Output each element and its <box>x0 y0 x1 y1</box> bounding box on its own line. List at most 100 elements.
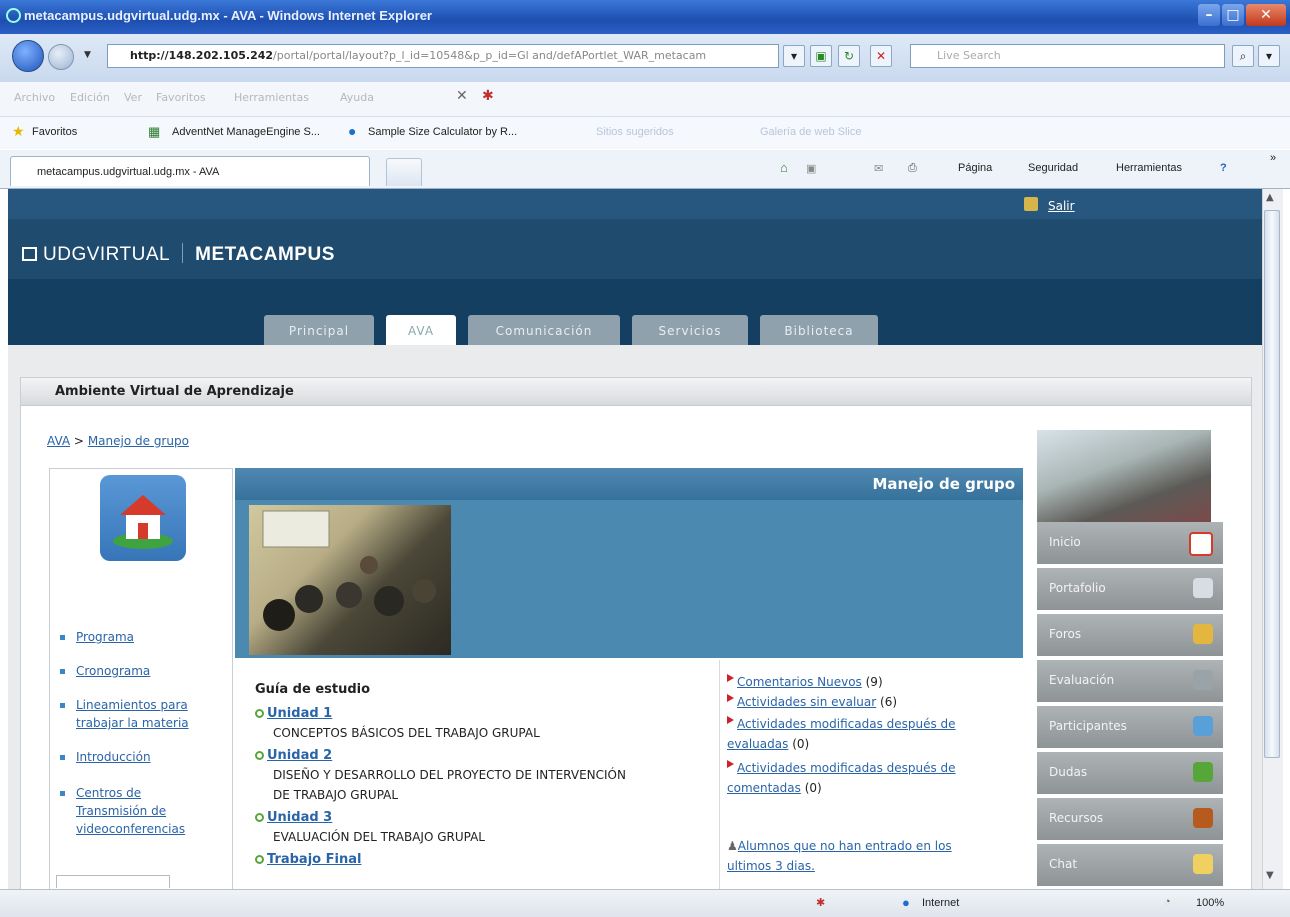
menu-ayuda[interactable]: Ayuda <box>340 91 374 104</box>
tab-principal[interactable]: Principal <box>264 315 374 345</box>
minimize-icon[interactable]: – <box>1198 4 1220 26</box>
circle-icon <box>255 855 264 864</box>
zoom-level[interactable]: 100% <box>1196 897 1224 909</box>
breadcrumb-ava[interactable]: AVA <box>47 434 70 448</box>
nav-centros[interactable]: Centros de <box>76 785 141 802</box>
protected-mode-icon[interactable]: ◔ <box>1164 896 1171 908</box>
nav-centros-2[interactable]: Transmisión de <box>76 803 166 820</box>
nav-lineamientos[interactable]: Lineamientos para <box>76 697 188 714</box>
tools-menu[interactable]: Herramientas <box>1116 162 1182 174</box>
page-menu[interactable]: Página <box>958 162 992 174</box>
feeds-icon[interactable]: ▣ <box>806 162 816 175</box>
search-icon[interactable]: ⌕ <box>1232 45 1254 67</box>
home-icon[interactable]: ⌂ <box>780 160 788 175</box>
unit-3-link[interactable]: Unidad 3 <box>267 810 332 825</box>
favorite-link-galeria[interactable]: Galería de web Slice <box>760 126 862 138</box>
menu-ver[interactable]: Ver <box>124 91 142 104</box>
note-mod-eval: Actividades modificadas después de <box>727 714 956 734</box>
flag-icon <box>727 760 734 768</box>
scrollbar-thumb[interactable] <box>1264 210 1280 758</box>
print-icon[interactable]: ⎙ <box>908 162 917 175</box>
note-comentarios-count: (9) <box>865 675 883 689</box>
note-mod-eval-link[interactable]: Actividades modificadas después de <box>737 717 956 731</box>
back-button[interactable] <box>12 40 44 72</box>
bullet-icon <box>60 791 65 796</box>
refresh-icon[interactable]: ↻ <box>838 45 860 67</box>
note-mod-com-link[interactable]: Actividades modificadas después de <box>737 761 956 775</box>
side-inicio[interactable]: Inicio <box>1037 522 1223 566</box>
tab-comunicacion[interactable]: Comunicación <box>468 315 620 345</box>
stop-icon[interactable]: ✕ <box>870 45 892 67</box>
tab-servicios[interactable]: Servicios <box>632 315 748 345</box>
menu-edicion[interactable]: Edición <box>70 91 110 104</box>
page-viewport: Salir UDGVIRTUAL METACAMPUS Principal AVA… <box>8 189 1262 889</box>
side-portafolio[interactable]: Portafolio <box>1037 568 1223 612</box>
nav-cronograma[interactable]: Cronograma <box>76 663 150 680</box>
favorite-link-sitios[interactable]: Sitios sugeridos <box>596 126 674 138</box>
search-input[interactable]: Live Search <box>910 44 1225 68</box>
note-mod-eval-link-2[interactable]: evaluadas <box>727 737 788 751</box>
new-tab-button[interactable] <box>386 158 422 186</box>
unit-1-link[interactable]: Unidad 1 <box>267 706 332 721</box>
bullet-icon <box>60 755 65 760</box>
note-alumnos-link[interactable]: Alumnos que no han entrado en los <box>738 839 952 853</box>
side-participantes-label: Participantes <box>1049 719 1127 733</box>
close-tab-icon[interactable]: ✕ <box>456 88 468 104</box>
tab-biblioteca[interactable]: Biblioteca <box>760 315 878 345</box>
favorite-globe-icon: ● <box>348 123 357 139</box>
translate-icon[interactable]: ✱ <box>482 88 494 104</box>
portfolio-icon <box>1193 578 1213 598</box>
home-icon[interactable] <box>100 475 186 561</box>
home-icon <box>1189 532 1213 556</box>
side-dudas[interactable]: Dudas <box>1037 752 1223 796</box>
note-mod-com: Actividades modificadas después de <box>727 758 956 778</box>
menu-favoritos[interactable]: Favoritos <box>156 91 206 104</box>
scroll-down-icon[interactable]: ▼ <box>1266 870 1274 881</box>
safety-menu[interactable]: Seguridad <box>1028 162 1078 174</box>
side-recursos[interactable]: Recursos <box>1037 798 1223 842</box>
final-work-link[interactable]: Trabajo Final <box>267 852 361 867</box>
unit-2: Unidad 2 <box>255 748 332 763</box>
close-icon[interactable]: ✕ <box>1246 4 1286 26</box>
scroll-up-icon[interactable]: ▲ <box>1266 192 1274 203</box>
logo-metacampus: METACAMPUS <box>195 244 335 265</box>
address-dropdown-icon[interactable]: ▾ <box>783 45 805 67</box>
favorite-link-samplesize[interactable]: Sample Size Calculator by R... <box>368 126 517 138</box>
nav-lineamientos-2[interactable]: trabajar la materia <box>76 715 189 732</box>
bullet-icon <box>60 635 65 640</box>
side-chat-label: Chat <box>1049 857 1078 871</box>
compatibility-icon[interactable]: ▣ <box>810 45 832 67</box>
favorites-button[interactable]: Favoritos <box>32 126 77 138</box>
note-comentarios-link[interactable]: Comentarios Nuevos <box>737 675 862 689</box>
menu-archivo[interactable]: Archivo <box>14 91 55 104</box>
nav-programa[interactable]: Programa <box>76 629 134 646</box>
mail-icon[interactable]: ✉ <box>874 162 883 175</box>
note-sin-evaluar-link[interactable]: Actividades sin evaluar <box>737 695 876 709</box>
breadcrumb-current[interactable]: Manejo de grupo <box>88 434 189 448</box>
browser-tab[interactable]: metacampus.udgvirtual.udg.mx - AVA <box>10 156 370 186</box>
history-dropdown-icon[interactable]: ▼ <box>84 50 91 60</box>
nav-centros-3[interactable]: videoconferencias <box>76 821 185 838</box>
unit-2-link[interactable]: Unidad 2 <box>267 748 332 763</box>
chevron-more-icon[interactable]: » <box>1270 152 1276 164</box>
address-bar[interactable]: http://148.202.105.242/portal/portal/lay… <box>107 44 779 68</box>
nav-introduccion[interactable]: Introducción <box>76 749 151 766</box>
forward-button[interactable] <box>48 44 74 70</box>
favorite-link-adventnet[interactable]: AdventNet ManageEngine S... <box>172 126 320 138</box>
side-evaluacion[interactable]: Evaluación <box>1037 660 1223 704</box>
salir-link[interactable]: Salir <box>1048 199 1075 213</box>
search-options-icon[interactable]: ▾ <box>1258 45 1280 67</box>
note-mod-com-link-2[interactable]: comentadas <box>727 781 801 795</box>
side-participantes[interactable]: Participantes <box>1037 706 1223 750</box>
menu-herramientas[interactable]: Herramientas <box>234 91 309 104</box>
note-alumnos-link-2[interactable]: ultimos 3 dias. <box>727 859 815 873</box>
tab-ava[interactable]: AVA <box>386 315 456 345</box>
favorites-star-icon: ★ <box>12 123 25 139</box>
maximize-icon[interactable]: □ <box>1222 4 1244 26</box>
side-evaluacion-label: Evaluación <box>1049 673 1115 687</box>
side-chat[interactable]: Chat <box>1037 844 1223 888</box>
side-foros[interactable]: Foros <box>1037 614 1223 658</box>
unit-3: Unidad 3 <box>255 810 332 825</box>
help-icon[interactable]: ? <box>1220 162 1227 174</box>
unit-2-desc-2: DE TRABAJO GRUPAL <box>273 788 399 802</box>
